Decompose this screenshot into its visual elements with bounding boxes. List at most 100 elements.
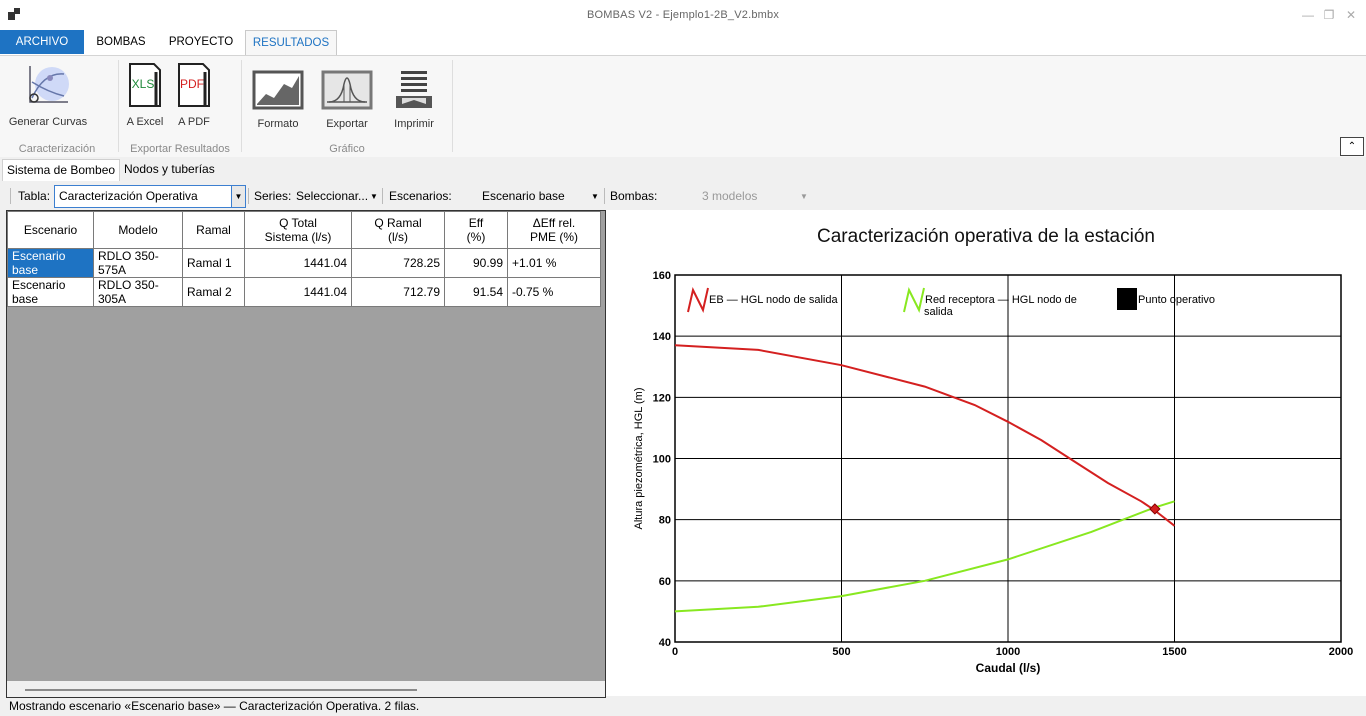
table-cell[interactable]: RDLO 350-575A xyxy=(93,248,183,278)
table-cell[interactable]: 90.99 xyxy=(444,248,508,278)
bombas-label: Bombas: xyxy=(610,189,658,203)
column-header[interactable]: Q Ramal (l/s) xyxy=(351,211,445,249)
chevron-up-icon: ⌃ xyxy=(1347,141,1357,152)
chart-svg: 0 500 1000 1500 2000 40 60 80 100 120 140 160 Caudal… xyxy=(633,270,1353,675)
table-cell[interactable]: Ramal 2 xyxy=(182,277,245,307)
print-icon xyxy=(396,71,432,108)
exportar-grafico-button[interactable]: Exportar xyxy=(316,70,378,132)
imprimir-label: Imprimir xyxy=(394,118,434,130)
escenarios-dropdown[interactable]: Escenario base xyxy=(482,189,565,203)
x-tick-label: 500 xyxy=(832,646,850,658)
column-header[interactable]: Q Total Sistema (l/s) xyxy=(244,211,352,249)
tabla-label: Tabla: xyxy=(18,189,51,203)
tabla-select[interactable]: Caracterización Operativa ▼ xyxy=(54,185,246,208)
table-cell[interactable]: 1441.04 xyxy=(244,248,352,278)
table-header-row: Escenario Modelo Ramal Q Total Sistema (l… xyxy=(7,211,601,249)
window-title: BOMBAS V2 - Ejemplo1-2B_V2.bmbx xyxy=(586,9,780,21)
bombas-dropdown[interactable]: 3 modelos xyxy=(702,189,757,203)
tab-proyecto[interactable]: PROYECTO xyxy=(162,30,240,54)
series-label: Series: xyxy=(254,189,292,203)
ribbon-separator xyxy=(241,60,242,152)
status-text: Mostrando escenario «Escenario base» — C… xyxy=(9,699,420,713)
generar-curvas-label: Generar Curvas xyxy=(8,116,88,128)
x-tick-label: 0 xyxy=(672,646,678,658)
imprimir-button[interactable]: Imprimir xyxy=(387,70,441,132)
column-header[interactable]: Modelo xyxy=(93,211,183,249)
chart-format-icon xyxy=(252,70,304,110)
chevron-down-icon[interactable]: ▼ xyxy=(591,192,599,201)
table-cell[interactable]: -0.75 % xyxy=(507,277,601,307)
menu-bar: ARCHIVO BOMBAS PROYECTO RESULTADOS xyxy=(0,30,1366,56)
results-table: Escenario Modelo Ramal Q Total Sistema (l… xyxy=(7,211,601,307)
chevron-down-icon: ▼ xyxy=(231,186,245,207)
table-cell[interactable]: 728.25 xyxy=(351,248,445,278)
chart-panel: Caracterización operativa de la estación… xyxy=(606,210,1366,696)
column-header[interactable]: Escenario xyxy=(7,211,94,249)
close-icon[interactable]: ✕ xyxy=(1343,7,1359,23)
pdf-icon-text: PDF xyxy=(180,77,204,91)
table-cell[interactable]: 91.54 xyxy=(444,277,508,307)
document-tabs: Sistema de Bombeo Nodos y tuberías xyxy=(0,157,1366,181)
pdf-file-icon: PDF xyxy=(178,63,210,107)
formato-button[interactable]: Formato xyxy=(248,70,308,132)
toolbar-separator xyxy=(604,188,605,204)
table-cell[interactable]: RDLO 350-305A xyxy=(93,277,183,307)
toolbar-separator xyxy=(248,188,249,204)
ribbon-separator xyxy=(452,60,453,152)
chevron-down-icon[interactable]: ▼ xyxy=(800,192,808,201)
table-row[interactable]: Escenario base RDLO 350-305A Ramal 2 144… xyxy=(7,277,601,307)
series-dropdown[interactable]: Seleccionar... xyxy=(296,189,368,203)
export-excel-button[interactable]: XLS A Excel xyxy=(124,62,166,130)
tab-resultados[interactable]: RESULTADOS xyxy=(245,30,337,56)
chevron-down-icon[interactable]: ▼ xyxy=(370,192,378,201)
tab-sistema-de-bombeo[interactable]: Sistema de Bombeo xyxy=(2,159,121,181)
tab-nodos-y-tuberias[interactable]: Nodos y tuberías xyxy=(120,159,219,180)
x-tick-label: 2000 xyxy=(1329,646,1353,658)
tab-bombas[interactable]: BOMBAS xyxy=(88,30,154,54)
table-cell[interactable]: 712.79 xyxy=(351,277,445,307)
toolbar-separator xyxy=(382,188,383,204)
ribbon-separator xyxy=(118,60,119,152)
legend-label-2: Red receptora — HGL nodo de xyxy=(925,294,1077,306)
y-tick-label: 120 xyxy=(653,392,671,404)
group-grafico: Gráfico xyxy=(329,143,365,155)
column-header[interactable]: Ramal xyxy=(182,211,245,249)
table-toolbar: Tabla: Caracterización Operativa ▼ Serie… xyxy=(0,182,1366,210)
legend-label-operating-point: Punto operativo xyxy=(1138,294,1215,306)
y-tick-label: 60 xyxy=(659,576,671,588)
restore-icon[interactable]: ❐ xyxy=(1321,7,1337,23)
generar-curvas-button[interactable]: Generar Curvas xyxy=(6,62,90,130)
exportar-label: Exportar xyxy=(326,118,368,130)
formato-label: Formato xyxy=(257,118,299,130)
table-cell[interactable]: 1441.04 xyxy=(244,277,352,307)
y-axis-label: Altura piezométrica, HGL (m) xyxy=(633,387,645,529)
legend-swatch-operating-point xyxy=(1117,288,1137,310)
group-caracterizacion: Caracterización xyxy=(18,143,96,155)
column-header[interactable]: Eff (%) xyxy=(444,211,508,249)
scrollbar-thumb[interactable] xyxy=(25,689,417,691)
x-axis-label: Caudal (l/s) xyxy=(976,661,1041,675)
excel-label: A Excel xyxy=(126,116,164,128)
group-exportar-resultados: Exportar Resultados xyxy=(130,143,230,155)
tab-archivo[interactable]: ARCHIVO xyxy=(0,30,84,54)
excel-icon-text: XLS xyxy=(132,77,155,91)
table-row[interactable]: Escenario base RDLO 350-575A Ramal 1 144… xyxy=(7,248,601,278)
tabla-select-value: Caracterización Operativa xyxy=(59,189,198,203)
horizontal-scrollbar[interactable] xyxy=(7,681,605,697)
table-cell[interactable]: Escenario base xyxy=(7,277,94,307)
results-grid: Escenario Modelo Ramal Q Total Sistema (l… xyxy=(6,210,606,698)
x-tick-label: 1500 xyxy=(1162,646,1186,658)
export-pdf-button[interactable]: PDF A PDF xyxy=(173,62,215,130)
toolbar-separator xyxy=(10,188,11,204)
escenarios-label: Escenarios: xyxy=(389,189,452,203)
legend-label-2-line2: salida xyxy=(924,306,954,318)
excel-file-icon: XLS xyxy=(129,63,161,107)
table-cell[interactable]: Escenario base xyxy=(7,248,94,278)
table-cell[interactable]: +1.01 % xyxy=(507,248,601,278)
minimize-icon[interactable]: — xyxy=(1300,7,1316,23)
y-tick-label: 40 xyxy=(659,637,671,649)
table-cell[interactable]: Ramal 1 xyxy=(182,248,245,278)
ribbon-collapse-button[interactable]: ⌃ xyxy=(1340,137,1364,156)
curves-icon xyxy=(29,66,69,103)
column-header[interactable]: ΔEff rel. PME (%) xyxy=(507,211,601,249)
